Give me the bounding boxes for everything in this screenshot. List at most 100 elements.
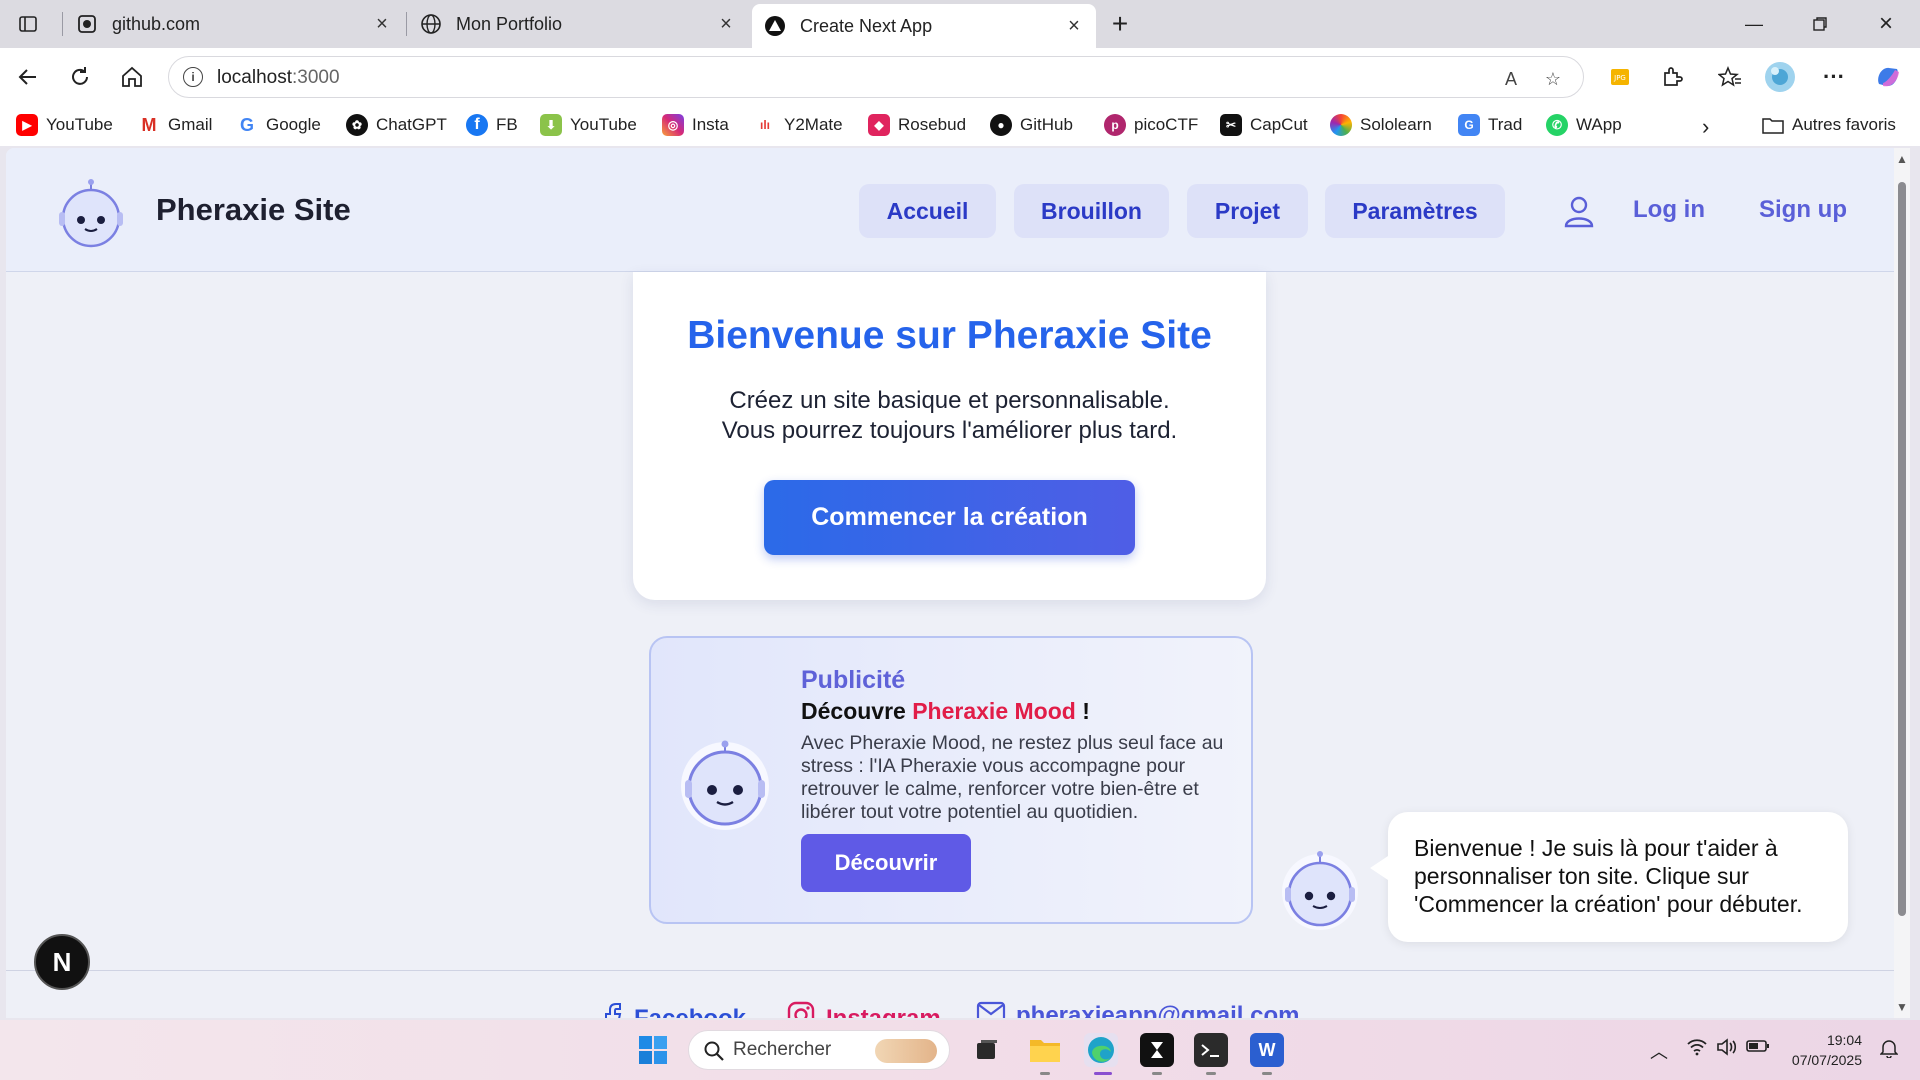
battery-icon[interactable]	[1746, 1038, 1770, 1059]
footer-instagram-label: Instagram	[826, 1004, 941, 1019]
start-creation-button[interactable]: Commencer la création	[764, 480, 1135, 555]
dev-app-icon[interactable]	[1140, 1033, 1174, 1067]
windows-start-icon[interactable]	[636, 1033, 670, 1067]
nav-accueil[interactable]: Accueil	[859, 184, 996, 238]
edge-browser-icon[interactable]	[1084, 1033, 1118, 1067]
bookmark-rosebud[interactable]: ◆ Rosebud	[868, 114, 966, 136]
running-indicator	[1094, 1072, 1112, 1075]
ad-title-prefix: Découvre	[801, 698, 913, 724]
nav-parametres[interactable]: Paramètres	[1325, 184, 1505, 238]
jpg-extension-icon[interactable]: JPG	[1604, 61, 1636, 93]
tab-portfolio[interactable]: Mon Portfolio ×	[408, 6, 748, 42]
home-icon[interactable]	[116, 61, 148, 93]
welcome-subtitle-line: Créez un site basique et personnalisable…	[729, 387, 1170, 414]
nav-brouillon[interactable]: Brouillon	[1014, 184, 1169, 238]
favorites-icon[interactable]	[1714, 61, 1746, 93]
minimize-icon[interactable]: —	[1740, 10, 1768, 38]
clock-date: 07/07/2025	[1791, 1052, 1862, 1068]
word-icon[interactable]: W	[1250, 1033, 1284, 1067]
taskbar-clock[interactable]: 19:04 07/07/2025	[1778, 1030, 1862, 1070]
assistant-robot-icon[interactable]	[1280, 850, 1360, 935]
volume-icon[interactable]	[1716, 1038, 1738, 1061]
read-aloud-icon[interactable]: A	[1499, 67, 1523, 91]
site-info-icon[interactable]: i	[183, 67, 203, 87]
bookmark-label: YouTube	[570, 115, 637, 134]
extensions-icon[interactable]	[1656, 61, 1688, 93]
bookmark-google[interactable]: G Google	[236, 114, 321, 136]
file-explorer-icon[interactable]	[1028, 1033, 1062, 1067]
bookmark-fb[interactable]: f FB	[466, 114, 518, 136]
browser-toolbar: i localhost:3000 A ☆ JPG ···	[0, 48, 1920, 106]
page-scrollbar[interactable]: ▲ ▼	[1894, 148, 1910, 1018]
restore-icon[interactable]	[1806, 10, 1834, 38]
robot-logo-icon[interactable]	[56, 178, 126, 253]
picoctf-icon: p	[1104, 114, 1126, 136]
login-link[interactable]: Log in	[1633, 196, 1705, 224]
reload-icon[interactable]	[64, 61, 96, 93]
running-indicator	[1206, 1072, 1216, 1075]
footer-facebook-link[interactable]: Facebook	[602, 1000, 746, 1018]
youtube-icon: ▶	[16, 114, 38, 136]
footer-email-link[interactable]: pheraxieapp@gmail.com	[976, 1000, 1300, 1018]
taskbar-search-input[interactable]: Rechercher	[688, 1030, 950, 1070]
close-window-icon[interactable]: ×	[1872, 10, 1900, 38]
notifications-icon[interactable]	[1879, 1038, 1899, 1063]
page-viewport: Pheraxie Site Accueil Brouillon Projet P…	[6, 148, 1894, 1018]
chevron-right-icon[interactable]: ›	[1702, 114, 1709, 140]
back-icon[interactable]	[12, 61, 44, 93]
github-icon	[76, 13, 98, 35]
tab-github[interactable]: github.com ×	[64, 6, 404, 42]
bookmark-youtube[interactable]: ▶ YouTube	[16, 114, 113, 136]
footer-divider	[6, 970, 1894, 971]
instagram-icon: ◎	[662, 114, 684, 136]
bookmark-youtube-downloader[interactable]: ⬇ YouTube	[540, 114, 637, 136]
tab-create-next-app[interactable]: Create Next App ×	[752, 4, 1096, 48]
copilot-icon[interactable]	[1872, 61, 1904, 93]
discover-button[interactable]: Découvrir	[801, 834, 971, 892]
wifi-icon[interactable]	[1686, 1038, 1708, 1061]
close-icon[interactable]: ×	[372, 13, 392, 35]
scrollbar-thumb[interactable]	[1898, 182, 1906, 916]
user-icon[interactable]	[1562, 194, 1596, 233]
taskbar: Rechercher W ︿ 19:04 07/07/2025	[0, 1020, 1920, 1080]
new-tab-icon[interactable]: +	[1106, 8, 1134, 39]
bookmark-gmail[interactable]: M Gmail	[138, 114, 212, 136]
scroll-down-icon[interactable]: ▼	[1896, 1000, 1908, 1014]
task-view-icon[interactable]	[970, 1033, 1004, 1067]
url-text: localhost:3000	[217, 67, 340, 88]
welcome-title: Bienvenue sur Pheraxie Site	[687, 314, 1212, 357]
site-title[interactable]: Pheraxie Site	[156, 192, 351, 228]
search-placeholder: Rechercher	[733, 1039, 832, 1060]
bookmark-label: picoCTF	[1134, 115, 1199, 134]
bookmarks-bar: ▶ YouTube M Gmail G Google ✿ ChatGPT f FB ⬇ Yo…	[0, 106, 1920, 146]
terminal-icon[interactable]	[1194, 1033, 1228, 1067]
bookmark-insta[interactable]: ◎ Insta	[662, 114, 729, 136]
bookmark-capcut[interactable]: ✂ CapCut	[1220, 114, 1308, 136]
signup-link[interactable]: Sign up	[1759, 196, 1847, 224]
bookmark-trad[interactable]: G Trad	[1458, 114, 1522, 136]
bookmark-label: Trad	[1488, 115, 1523, 134]
nextjs-dev-badge[interactable]: N	[34, 934, 90, 990]
close-icon[interactable]: ×	[716, 13, 736, 35]
favorite-star-icon[interactable]: ☆	[1541, 67, 1565, 91]
bookmark-wapp[interactable]: ✆ WApp	[1546, 114, 1622, 136]
tab-title: github.com	[112, 13, 201, 34]
show-hidden-icons-icon[interactable]: ︿	[1650, 1038, 1668, 1064]
profile-avatar[interactable]	[1764, 61, 1796, 93]
bookmark-chatgpt[interactable]: ✿ ChatGPT	[346, 114, 447, 136]
bookmark-label: Insta	[692, 115, 729, 134]
close-icon[interactable]: ×	[1064, 15, 1084, 37]
bookmark-picoctf[interactable]: p picoCTF	[1104, 114, 1198, 136]
address-bar[interactable]: i localhost:3000 A ☆	[168, 56, 1584, 98]
nav-projet[interactable]: Projet	[1187, 184, 1308, 238]
bookmark-sololearn[interactable]: Sololearn	[1330, 114, 1432, 136]
other-favorites[interactable]: Autres favoris	[1762, 114, 1896, 136]
more-menu-icon[interactable]: ···	[1818, 61, 1850, 93]
instagram-icon	[786, 1000, 816, 1018]
bookmark-github[interactable]: ● GitHub	[990, 114, 1073, 136]
bookmark-y2mate[interactable]: ılı Y2Mate	[754, 114, 843, 136]
footer-instagram-link[interactable]: Instagram	[786, 1000, 941, 1018]
scroll-up-icon[interactable]: ▲	[1896, 152, 1908, 166]
tab-actions-icon[interactable]	[14, 10, 42, 38]
svg-text:JPG: JPG	[1613, 74, 1626, 82]
